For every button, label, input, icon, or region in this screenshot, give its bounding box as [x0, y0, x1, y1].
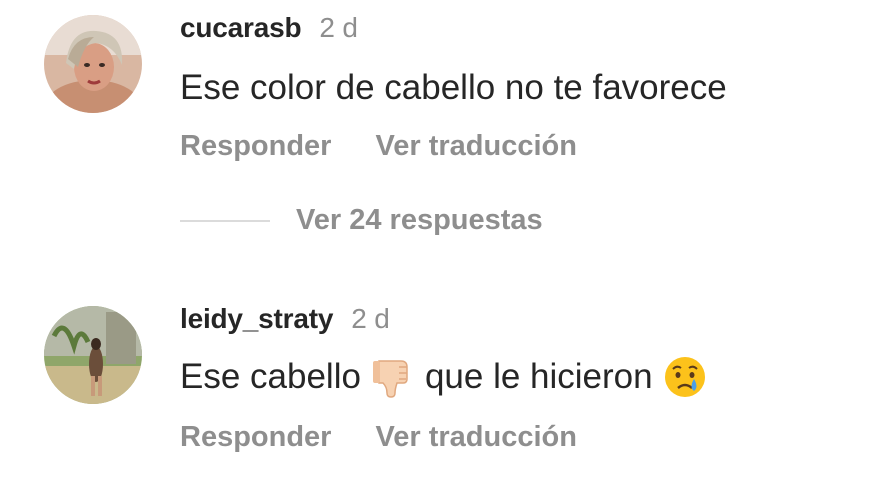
crying-face-icon [663, 355, 707, 399]
comment-actions: Responder Ver traducción [180, 421, 577, 454]
comment-text: Ese color de cabello no te favorece [180, 68, 727, 107]
comment-username[interactable]: cucarasb 2 d [180, 12, 358, 44]
thumbs-down-icon [371, 355, 415, 399]
comment-actions: Responder Ver traducción [180, 130, 577, 163]
comments-list: cucarasb 2 d Ese color de cabello no te f… [0, 0, 872, 480]
comment-text: Ese cabello que le hicieron [180, 355, 717, 399]
comment-username[interactable]: leidy_straty 2 d [180, 303, 390, 335]
reply-button[interactable]: Responder [180, 130, 331, 162]
comment-text-part: que le hicieron [424, 357, 653, 396]
username-text[interactable]: cucarasb [180, 12, 302, 43]
username-text[interactable]: leidy_straty [180, 303, 333, 334]
see-translation-button[interactable]: Ver traducción [375, 130, 576, 162]
replies-divider [180, 219, 270, 222]
comment-time: 2 d [351, 303, 390, 334]
avatar[interactable] [44, 15, 142, 113]
comment-time: 2 d [319, 12, 358, 43]
avatar[interactable] [44, 306, 142, 404]
see-translation-button[interactable]: Ver traducción [375, 421, 576, 453]
view-replies-toggle[interactable]: Ver 24 respuestas [180, 204, 543, 237]
reply-button[interactable]: Responder [180, 421, 331, 453]
view-replies-label[interactable]: Ver 24 respuestas [296, 204, 543, 237]
comment-text-part: Ese cabello [180, 357, 361, 396]
